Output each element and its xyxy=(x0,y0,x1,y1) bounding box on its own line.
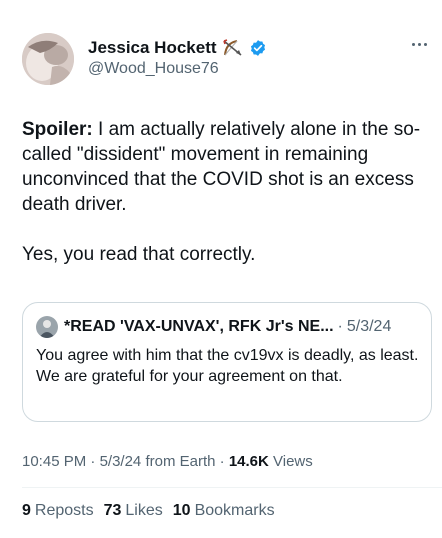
quoted-author-name[interactable]: *READ 'VAX-UNVAX', RFK Jr's NE... xyxy=(64,318,334,336)
quoted-avatar-image xyxy=(36,316,58,338)
quoted-tweet-text: You agree with him that the cv19vx is de… xyxy=(36,347,419,385)
quoted-tweet[interactable]: *READ 'VAX-UNVAX', RFK Jr's NE... · 5/3/… xyxy=(22,302,432,422)
views-count: 14.6K xyxy=(228,453,269,470)
tweet-date[interactable]: 5/3/24 xyxy=(100,453,142,470)
quoted-tweet-header: *READ 'VAX-UNVAX', RFK Jr's NE... · 5/3/… xyxy=(36,316,423,338)
tweet-paragraph-2: Yes, you read that correctly. xyxy=(22,244,256,265)
reposts-label: Reposts xyxy=(34,502,94,519)
likes-count: 73 xyxy=(103,502,122,519)
quoted-author-avatar[interactable] xyxy=(36,316,58,338)
tweet-source: from Earth xyxy=(141,453,216,470)
engagement-stats: 9 Reposts 73 Likes 10 Bookmarks xyxy=(22,502,275,520)
author-avatar[interactable] xyxy=(22,33,74,85)
bookmarks-stat[interactable]: 10 Bookmarks xyxy=(173,502,275,520)
tweet-paragraph-1: Spoiler: I am actually relatively alone … xyxy=(22,117,422,217)
bookmarks-label: Bookmarks xyxy=(194,502,275,519)
likes-stat[interactable]: 73 Likes xyxy=(104,502,163,520)
more-options-icon[interactable] xyxy=(412,43,427,46)
spoiler-label: Spoiler: xyxy=(22,119,93,140)
quoted-date[interactable]: 5/3/24 xyxy=(347,318,391,336)
author-name[interactable]: Jessica Hockett xyxy=(88,38,217,58)
tweet-metadata: 10:45 PM · 5/3/24 from Earth · 14.6K Vie… xyxy=(22,453,313,470)
more-dot xyxy=(418,43,421,46)
likes-label: Likes xyxy=(125,502,163,519)
views-label: Views xyxy=(268,453,313,470)
bookmarks-count: 10 xyxy=(172,502,191,519)
divider xyxy=(22,487,442,488)
reposts-count: 9 xyxy=(22,502,31,519)
verified-badge-icon xyxy=(250,40,265,56)
more-dot xyxy=(412,43,415,46)
avatar-image xyxy=(22,33,74,85)
reposts-stat[interactable]: 9 Reposts xyxy=(22,502,94,520)
more-dot xyxy=(424,43,427,46)
tweet-time[interactable]: 10:45 PM xyxy=(22,453,86,470)
tweet-text: Spoiler: I am actually relatively alone … xyxy=(22,117,422,267)
quoted-separator: · xyxy=(337,318,343,335)
author-handle[interactable]: @Wood_House76 xyxy=(88,60,219,78)
meta-separator: · xyxy=(86,453,100,470)
bow-and-arrow-icon xyxy=(222,39,242,56)
meta-separator: · xyxy=(215,453,229,470)
author-name-row[interactable]: Jessica Hockett xyxy=(88,38,267,58)
